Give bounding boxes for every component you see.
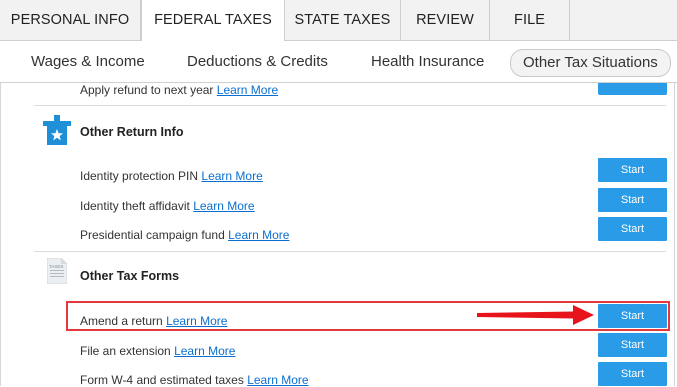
start-button-presidential-campaign-fund[interactable]: Start: [598, 217, 667, 241]
start-button-file-extension[interactable]: Start: [598, 333, 667, 357]
subnav-deductions-credits[interactable]: Deductions & Credits: [187, 41, 328, 83]
tax-form-icon: TAXES: [46, 257, 68, 285]
subnav-other-tax-situations[interactable]: Other Tax Situations: [510, 49, 671, 77]
sub-navigation: Wages & Income Deductions & Credits Heal…: [0, 41, 677, 83]
row-label: Apply refund to next year: [80, 83, 214, 97]
list-item-presidential-campaign-fund: Presidential campaign fund Learn More: [80, 228, 289, 242]
learn-more-link[interactable]: Learn More: [166, 314, 227, 328]
learn-more-link[interactable]: Learn More: [247, 373, 308, 387]
row-label: Identity protection PIN: [80, 169, 199, 183]
tax-form-icon-text: TAXES: [49, 264, 64, 269]
tab-file[interactable]: FILE: [490, 0, 570, 41]
row-label: Form W-4 and estimated taxes: [80, 373, 244, 387]
start-button-apply-refund[interactable]: [598, 83, 667, 95]
list-item-identity-protection-pin: Identity protection PIN Learn More: [80, 169, 263, 183]
list-item-identity-theft-affidavit: Identity theft affidavit Learn More: [80, 199, 255, 213]
row-label: Identity theft affidavit: [80, 199, 190, 213]
section-divider: [34, 251, 666, 252]
tab-review[interactable]: REVIEW: [401, 0, 490, 41]
list-item-amend-return: Amend a return Learn More: [80, 314, 227, 328]
tab-federal-taxes[interactable]: FEDERAL TAXES: [141, 0, 285, 42]
learn-more-link[interactable]: Learn More: [228, 228, 289, 242]
tab-personal-info[interactable]: PERSONAL INFO: [0, 0, 141, 41]
list-item-file-extension: File an extension Learn More: [80, 344, 235, 358]
section-title-other-return-info: Other Return Info: [80, 125, 184, 139]
start-button-identity-protection-pin[interactable]: Start: [598, 158, 667, 182]
row-label: Amend a return: [80, 314, 163, 328]
section-divider: [34, 105, 666, 106]
subnav-health-insurance[interactable]: Health Insurance: [371, 41, 484, 83]
learn-more-link[interactable]: Learn More: [193, 199, 254, 213]
row-label: File an extension: [80, 344, 171, 358]
list-item-apply-refund: Apply refund to next year Learn More: [80, 83, 278, 97]
learn-more-link[interactable]: Learn More: [217, 83, 278, 97]
section-title-other-tax-forms: Other Tax Forms: [80, 269, 180, 283]
learn-more-link[interactable]: Learn More: [201, 169, 262, 183]
start-button-form-w4-estimated-taxes[interactable]: Start: [598, 362, 667, 386]
list-item-form-w4-estimated-taxes: Form W-4 and estimated taxes Learn More: [80, 373, 309, 387]
learn-more-link[interactable]: Learn More: [174, 344, 235, 358]
return-info-icon: [41, 115, 73, 147]
tab-state-taxes[interactable]: STATE TAXES: [285, 0, 401, 41]
row-label: Presidential campaign fund: [80, 228, 225, 242]
start-button-identity-theft-affidavit[interactable]: Start: [598, 188, 667, 212]
red-arrow-icon: [477, 303, 595, 332]
start-button-amend-return[interactable]: Start: [598, 304, 667, 328]
subnav-wages-income[interactable]: Wages & Income: [31, 41, 145, 83]
main-tab-bar: PERSONAL INFO FEDERAL TAXES STATE TAXES …: [0, 0, 677, 42]
